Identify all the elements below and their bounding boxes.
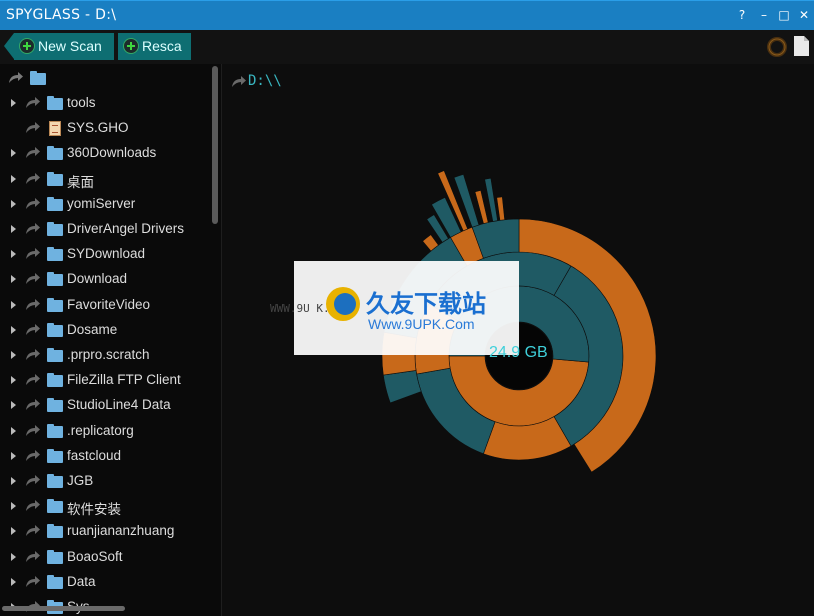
total-size-label: 24.9 GB [489, 344, 548, 361]
sunburst-segment[interactable] [453, 173, 480, 228]
watermark-site-name: 久友下载站 [366, 290, 486, 318]
watermark-site-url: Www.9UPK.Com [368, 316, 475, 332]
sunburst-segment[interactable] [496, 196, 506, 221]
watermark-logo-icon [326, 287, 360, 321]
sunburst-segment[interactable] [382, 370, 422, 404]
